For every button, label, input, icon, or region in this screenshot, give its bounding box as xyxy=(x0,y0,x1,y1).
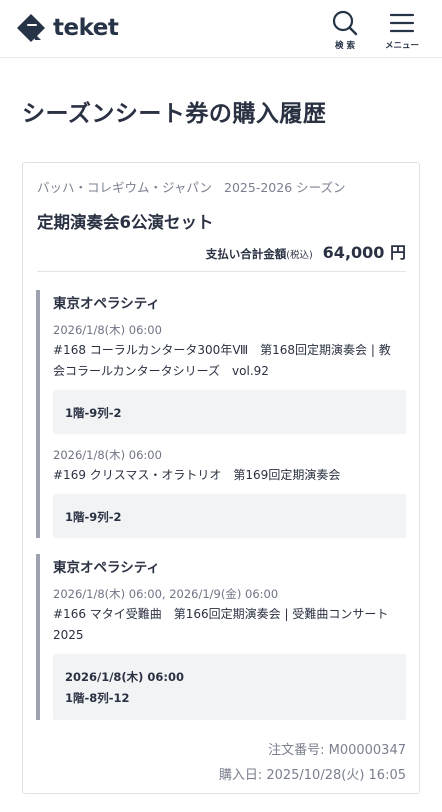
seat-info: 2026/1/8(木) 06:00 1階-8列-12 xyxy=(53,654,406,720)
search-button[interactable]: 検 索 xyxy=(325,10,365,54)
logo-text: teket xyxy=(53,15,119,41)
venue-name: 東京オペラシティ xyxy=(53,296,160,312)
venue-group: 東京オペラシティ 2026/1/8(木) 06:00, 2026/1/9(金) … xyxy=(36,554,406,720)
season-label: 2025-2026 シーズン xyxy=(224,180,346,195)
teket-logo[interactable]: teket xyxy=(16,11,119,45)
organizer-name: バッハ・コレギウム・ジャパン xyxy=(37,180,213,195)
performance-datetime: 2026/1/8(木) 06:00, 2026/1/9(金) 06:00 xyxy=(53,587,279,601)
menu-label: メニュー xyxy=(384,41,419,51)
seat-info: 1階-9列-2 xyxy=(53,494,406,538)
hamburger-menu-icon xyxy=(389,13,415,33)
divider xyxy=(37,271,406,272)
total-label: 支払い合計金額 xyxy=(205,247,287,261)
purchase-date: 購入日: 2025/10/28(火) 16:05 xyxy=(218,768,406,783)
search-label: 検 索 xyxy=(335,41,355,51)
total-amount-row: 支払い合計金額 (税込) 64,000 円 xyxy=(206,239,406,263)
performance-title: #168 コーラルカンタータ300年Ⅷ 第168回定期演奏会 | 教会コラールカ… xyxy=(53,343,391,378)
organizer-season: バッハ・コレギウム・ジャパン 2025-2026 シーズン xyxy=(37,177,346,196)
seat-label: 1階-8列-12 xyxy=(65,691,130,705)
app-header: teket 検 索 メニュー xyxy=(0,0,442,58)
performance-title: #166 マタイ受難曲 第166回定期演奏会 | 受難曲コンサート2025 xyxy=(53,607,389,642)
order-number: 注文番号: M00000347 xyxy=(268,743,406,758)
performance-datetime: 2026/1/8(木) 06:00 xyxy=(53,323,162,337)
seat-label: 1階-9列-2 xyxy=(65,406,122,420)
set-name: 定期演奏会6公演セット xyxy=(37,213,214,232)
seat-label: 1階-9列-2 xyxy=(65,510,122,524)
purchase-card: バッハ・コレギウム・ジャパン 2025-2026 シーズン 定期演奏会6公演セット… xyxy=(22,162,420,794)
venue-group: 東京オペラシティ 2026/1/8(木) 06:00 #168 コーラルカンター… xyxy=(36,290,406,538)
seat-info: 1階-9列-2 xyxy=(53,390,406,434)
total-amount: 64,000 円 xyxy=(322,243,406,262)
teket-logo-icon xyxy=(17,14,45,42)
menu-button[interactable]: メニュー xyxy=(382,10,422,54)
performance-datetime: 2026/1/8(木) 06:00 xyxy=(53,448,162,462)
page-title: シーズンシート券の購入履歴 xyxy=(22,101,327,127)
seat-datetime: 2026/1/8(木) 06:00 xyxy=(65,670,185,684)
performance-title: #169 クリスマス・オラトリオ 第169回定期演奏会 xyxy=(53,468,341,482)
venue-name: 東京オペラシティ xyxy=(53,560,160,576)
search-icon xyxy=(332,10,358,36)
tax-note: (税込) xyxy=(286,250,313,261)
